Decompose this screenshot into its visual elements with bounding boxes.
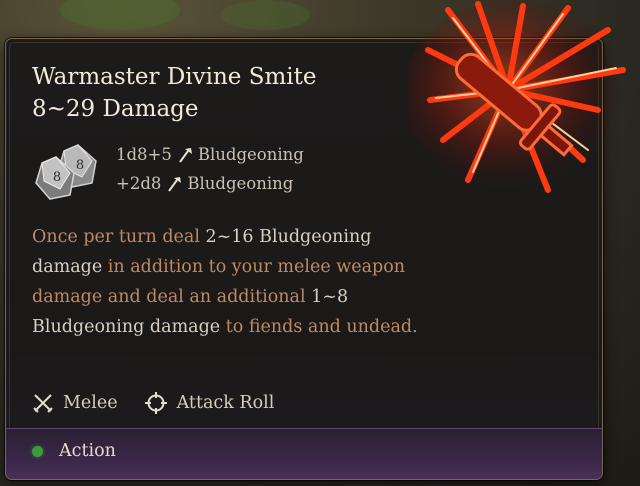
smite-spell-icon <box>408 0 626 193</box>
damage-roll-row: +2d8 Bludgeoning <box>116 174 293 193</box>
action-label: Action <box>59 441 116 461</box>
spell-title: Warmaster Divine Smite 8~29 Damage <box>32 61 317 125</box>
action-cost-bar: Action <box>6 428 602 479</box>
spell-name: Warmaster Divine Smite <box>32 64 317 90</box>
d8-dice-icon: 8 8 <box>35 144 97 200</box>
damage-roll-row: 1d8+5 Bludgeoning <box>116 145 304 164</box>
svg-text:8: 8 <box>76 158 84 173</box>
damage-range: 8~29 Damage <box>32 96 199 122</box>
background-grass <box>60 0 180 30</box>
bludgeoning-icon <box>179 147 192 163</box>
tag-melee: Melee <box>32 392 118 414</box>
tag-label: Attack Roll <box>176 393 275 413</box>
action-cost: Action <box>32 441 116 461</box>
tag-label: Melee <box>63 393 118 413</box>
bludgeoning-icon <box>168 176 182 192</box>
damage-type: Bludgeoning <box>197 145 304 164</box>
spell-tags: Melee Attack Roll <box>32 391 300 415</box>
damage-dice: +2d8 <box>116 174 162 193</box>
damage-type: Bludgeoning <box>187 174 294 193</box>
action-dot-icon <box>32 445 43 457</box>
damage-value: 2~16 Bludgeoning <box>205 227 372 247</box>
crosshair-icon <box>144 392 167 414</box>
damage-dice: 1d8+5 <box>116 145 172 164</box>
spell-description: Once per turn deal 2~16 Bludgeoning damag… <box>32 227 418 337</box>
tag-attack-roll: Attack Roll <box>144 391 275 415</box>
svg-text:8: 8 <box>53 170 61 185</box>
damage-word: damage <box>32 257 103 277</box>
background-grass <box>220 0 310 30</box>
crossed-swords-icon <box>33 394 53 413</box>
